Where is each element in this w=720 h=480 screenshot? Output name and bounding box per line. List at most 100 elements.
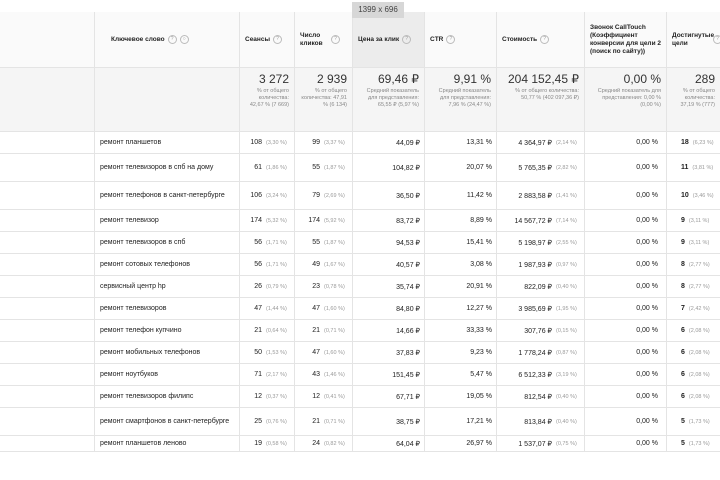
clicks-value: 24: [312, 440, 320, 447]
keyword-cell[interactable]: ремонт телевизоров филипс: [95, 386, 240, 407]
sessions-value: 56: [254, 261, 262, 268]
ctr-cell: 15,41 %: [425, 232, 497, 253]
clicks-cell: 55 (1,87 %): [295, 232, 353, 253]
table-row[interactable]: ремонт телевизоров в спб на дому 61 (1,86 …: [0, 154, 720, 182]
table-row[interactable]: ремонт телевизор 174 (5,32 %) 174 (5,92 %) 83…: [0, 210, 720, 232]
goals-value: 8: [681, 283, 685, 290]
calltouch-value: 0,00 %: [636, 418, 658, 425]
row-index-cell: [0, 232, 95, 253]
cost-cell: 1 987,93 ₽ (0,97 %): [497, 254, 585, 275]
ctr-cell: 20,91 %: [425, 276, 497, 297]
calltouch-cell: 0,00 %: [585, 408, 667, 435]
keyword-link: ремонт ноутбуков: [100, 371, 159, 378]
keyword-cell[interactable]: ремонт телевизоров в спб на дому: [95, 154, 240, 181]
table-row[interactable]: сервисный центр hp 26 (0,79 %) 23 (0,78 %) 35…: [0, 276, 720, 298]
calltouch-value: 0,00 %: [636, 305, 658, 312]
help-icon[interactable]: ?: [273, 35, 283, 44]
calltouch-cell: 0,00 %: [585, 154, 667, 181]
calltouch-value: 0,00 %: [636, 393, 658, 400]
keyword-cell[interactable]: ремонт телевизоров в спб: [95, 232, 240, 253]
keyword-link: ремонт мобильных телефонов: [100, 349, 201, 356]
table-row[interactable]: ремонт планшетов 108 (3,30 %) 99 (3,37 %) 44,…: [0, 132, 720, 154]
help-icon[interactable]: ?: [167, 35, 177, 44]
keyword-cell[interactable]: ремонт ноутбуков: [95, 364, 240, 385]
total-ctr-value: 9,91 %: [453, 72, 491, 86]
table-row[interactable]: ремонт планшетов леново 19 (0,58 %) 24 (0,82…: [0, 436, 720, 452]
table-header: Ключевое слово ? ○ Сеансы? Число кликов?…: [0, 12, 720, 68]
calltouch-cell: 0,00 %: [585, 132, 667, 153]
clicks-value: 47: [312, 349, 320, 356]
table-row[interactable]: ремонт телефон купчино 21 (0,64 %) 21 (0,71 …: [0, 320, 720, 342]
clicks-cell: 99 (3,37 %): [295, 132, 353, 153]
header-calltouch[interactable]: Звонок CallTouch (Коэффициент конверсии …: [585, 12, 667, 67]
total-clicks-value: 2 939: [316, 72, 347, 86]
clicks-percent: (0,71 %): [324, 418, 345, 425]
total-sessions-sub: % от общего количества: 42,67 % (7 669): [249, 88, 289, 108]
table-row[interactable]: ремонт мобильных телефонов 50 (1,53 %) 47 (1…: [0, 342, 720, 364]
table-row[interactable]: ремонт телевизоров филипс 12 (0,37 %) 12 (0,…: [0, 386, 720, 408]
header-sessions[interactable]: Сеансы?: [240, 12, 295, 67]
keyword-cell[interactable]: ремонт мобильных телефонов: [95, 342, 240, 363]
sessions-cell: 26 (0,79 %): [240, 276, 295, 297]
header-cpc[interactable]: Цена за клик?: [353, 12, 425, 67]
clicks-cell: 12 (0,41 %): [295, 386, 353, 407]
keyword-cell[interactable]: ремонт телефон купчино: [95, 320, 240, 341]
keyword-cell[interactable]: ремонт планшетов: [95, 132, 240, 153]
cost-value: 4 364,97 ₽: [518, 139, 552, 147]
cost-percent: (0,40 %): [556, 283, 577, 290]
cost-value: 1 778,24 ₽: [518, 349, 552, 357]
help-icon[interactable]: ?: [540, 35, 550, 44]
goals-value: 10: [681, 192, 689, 199]
calltouch-cell: 0,00 %: [585, 254, 667, 275]
clicks-percent: (1,60 %): [324, 305, 345, 312]
keyword-cell[interactable]: ремонт смартфонов в санкт-петербурге: [95, 408, 240, 435]
table-row[interactable]: ремонт сотовых телефонов 56 (1,71 %) 49 (1,6…: [0, 254, 720, 276]
cpc-value: 40,57 ₽: [396, 261, 420, 269]
header-cost[interactable]: Стоимость?: [497, 12, 585, 67]
goals-cell: 6 (2,08 %): [667, 386, 720, 407]
goals-cell: 10 (3,46 %): [667, 182, 720, 209]
goals-percent: (2,08 %): [688, 327, 710, 334]
help-icon[interactable]: ?: [713, 35, 720, 44]
row-index-cell: [0, 342, 95, 363]
table-row[interactable]: ремонт телевизоров в спб 56 (1,71 %) 55 (1,8…: [0, 232, 720, 254]
keyword-cell[interactable]: ремонт сотовых телефонов: [95, 254, 240, 275]
clicks-cell: 21 (0,71 %): [295, 320, 353, 341]
help-icon[interactable]: ?: [402, 35, 412, 44]
clicks-value: 55: [312, 239, 320, 246]
table-row[interactable]: ремонт ноутбуков 71 (2,17 %) 43 (1,46 %) 151,…: [0, 364, 720, 386]
goals-cell: 8 (2,77 %): [667, 254, 720, 275]
cpc-value: 94,53 ₽: [396, 239, 420, 247]
sessions-value: 106: [250, 192, 262, 199]
goals-value: 11: [681, 164, 689, 171]
cpc-cell: 40,57 ₽: [353, 254, 425, 275]
header-goals[interactable]: Достигнутые цели?: [667, 12, 720, 67]
help-icon[interactable]: ?: [446, 35, 456, 44]
header-cpc-label: Цена за клик: [358, 35, 400, 43]
help-icon[interactable]: ?: [331, 35, 340, 44]
keyword-cell[interactable]: ремонт телевизоров: [95, 298, 240, 319]
cost-percent: (1,41 %): [556, 192, 577, 199]
table-row[interactable]: ремонт телевизоров 47 (1,44 %) 47 (1,60 %) 84…: [0, 298, 720, 320]
table-row[interactable]: ремонт телефонов в санкт-петербурге 106 (3…: [0, 182, 720, 210]
cpc-cell: 44,09 ₽: [353, 132, 425, 153]
keyword-cell[interactable]: ремонт телевизор: [95, 210, 240, 231]
cpc-value: 37,83 ₽: [396, 349, 420, 357]
ctr-value: 17,21 %: [466, 418, 492, 425]
sessions-value: 26: [254, 283, 262, 290]
header-ctr[interactable]: CTR?: [425, 12, 497, 67]
keyword-cell[interactable]: сервисный центр hp: [95, 276, 240, 297]
cost-cell: 5 198,97 ₽ (2,55 %): [497, 232, 585, 253]
keyword-cell[interactable]: ремонт телефонов в санкт-петербурге: [95, 182, 240, 209]
segment-icon[interactable]: ○: [179, 35, 189, 44]
goals-percent: (3,46 %): [692, 192, 714, 199]
sessions-cell: 56 (1,71 %): [240, 232, 295, 253]
sessions-value: 108: [250, 139, 262, 146]
header-clicks[interactable]: Число кликов?: [295, 12, 353, 67]
table-row[interactable]: ремонт смартфонов в санкт-петербурге 25 (0…: [0, 408, 720, 436]
header-keyword[interactable]: Ключевое слово ? ○: [95, 12, 240, 67]
cpc-value: 67,71 ₽: [396, 393, 420, 401]
cpc-cell: 37,83 ₽: [353, 342, 425, 363]
keyword-cell[interactable]: ремонт планшетов леново: [95, 436, 240, 451]
sessions-cell: 174 (5,32 %): [240, 210, 295, 231]
